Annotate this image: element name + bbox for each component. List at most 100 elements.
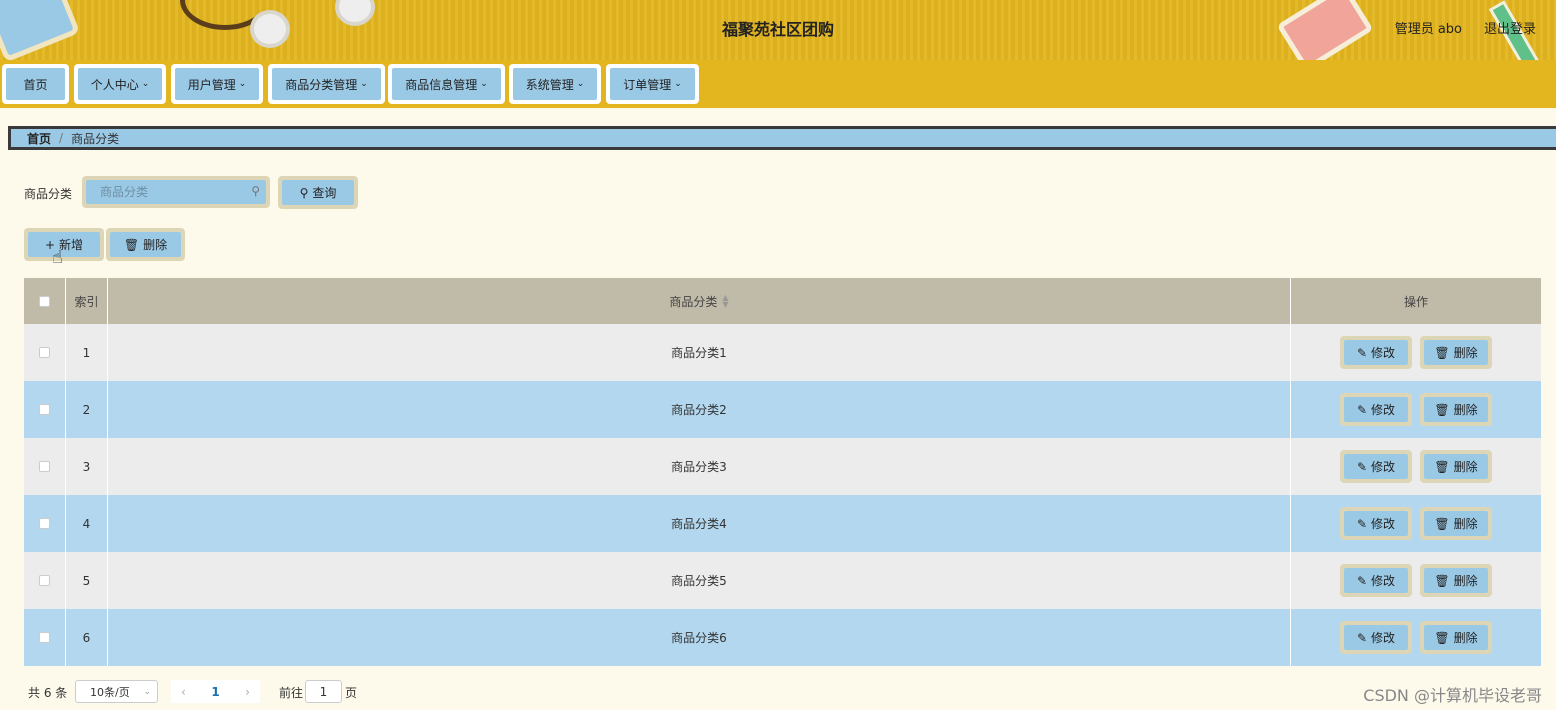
edit-icon: ✎ xyxy=(1356,345,1368,360)
logout-link[interactable]: 退出登录 xyxy=(1484,18,1536,37)
row-checkbox[interactable] xyxy=(39,461,50,472)
table-row: 4 商品分类4 ✎ 修改 🗑 删除 xyxy=(24,495,1541,552)
row-index: 4 xyxy=(66,495,108,552)
query-button-label: 查询 xyxy=(312,186,337,200)
add-button[interactable]: + 新增 xyxy=(24,228,104,261)
edit-icon: ✎ xyxy=(1356,516,1368,531)
delete-button-label: 删除 xyxy=(1453,403,1478,417)
delete-button[interactable]: 🗑 删除 xyxy=(1420,564,1492,597)
delete-button-label: 删除 xyxy=(1453,574,1478,588)
chevron-down-icon: ⌄ xyxy=(576,79,585,89)
nav-item-system-management[interactable]: 系统管理 ⌄ xyxy=(509,64,601,104)
edit-icon: ✎ xyxy=(1356,573,1368,588)
watermark: CSDN @计算机毕设老哥 xyxy=(1363,686,1542,705)
row-checkbox[interactable] xyxy=(39,404,50,415)
nav-item-label: 用户管理 xyxy=(187,77,236,92)
chevron-down-icon: ⌄ xyxy=(143,686,151,697)
row-category-name: 商品分类6 xyxy=(108,609,1291,666)
nav-item-personal-center[interactable]: 个人中心 ⌄ xyxy=(74,64,166,104)
trash-icon: 🗑 xyxy=(1434,516,1450,531)
page-suffix: 页 xyxy=(345,686,358,700)
batch-delete-button[interactable]: 🗑 删除 xyxy=(106,228,185,261)
table-row: 5 商品分类5 ✎ 修改 🗑 删除 xyxy=(24,552,1541,609)
row-category-name: 商品分类3 xyxy=(108,438,1291,495)
pager-nav: ‹ 1 › xyxy=(171,680,260,703)
sort-icon[interactable]: ▲ ▼ xyxy=(722,294,728,309)
edit-button-label: 修改 xyxy=(1371,403,1396,417)
next-page-icon[interactable]: › xyxy=(245,685,250,699)
row-checkbox[interactable] xyxy=(39,575,50,586)
delete-button[interactable]: 🗑 删除 xyxy=(1420,621,1492,654)
edit-button[interactable]: ✎ 修改 xyxy=(1340,393,1412,426)
current-page[interactable]: 1 xyxy=(211,685,219,699)
select-all-checkbox[interactable] xyxy=(39,295,50,307)
chevron-down-icon: ⌄ xyxy=(360,79,368,89)
nav-item-label: 首页 xyxy=(23,77,48,92)
delete-button[interactable]: 🗑 删除 xyxy=(1420,507,1492,540)
nav-item-category-management[interactable]: 商品分类管理 ⌄ xyxy=(268,64,385,104)
trash-icon: 🗑 xyxy=(1434,573,1450,588)
row-checkbox[interactable] xyxy=(39,347,50,358)
trash-icon: 🗑 xyxy=(1434,345,1450,360)
goto-page-input[interactable] xyxy=(305,680,342,703)
search-label: 商品分类 xyxy=(24,187,73,201)
nav-item-home[interactable]: 首页 xyxy=(2,64,69,104)
edit-icon: ✎ xyxy=(1356,402,1368,417)
edit-button[interactable]: ✎ 修改 xyxy=(1340,507,1412,540)
breadcrumb-home[interactable]: 首页 xyxy=(27,130,51,147)
nav-item-user-management[interactable]: 用户管理 ⌄ xyxy=(171,64,263,104)
column-header-operation: 操作 xyxy=(1403,294,1428,309)
category-search-input[interactable] xyxy=(86,180,266,204)
page-size-select[interactable]: 10条/页 ⌄ xyxy=(75,680,158,703)
nav-item-label: 系统管理 xyxy=(525,77,574,92)
nav-item-label: 商品分类管理 xyxy=(285,77,358,92)
edit-button-label: 修改 xyxy=(1371,574,1396,588)
search-icon: ⚲ xyxy=(299,185,309,200)
edit-button[interactable]: ✎ 修改 xyxy=(1340,336,1412,369)
search-icon: ⚲ xyxy=(251,184,260,198)
row-actions: ✎ 修改 🗑 删除 xyxy=(1291,381,1541,438)
row-actions: ✎ 修改 🗑 删除 xyxy=(1291,438,1541,495)
column-header-name[interactable]: 商品分类 ▲ ▼ xyxy=(108,278,1291,324)
delete-button-label: 删除 xyxy=(1453,460,1478,474)
table-row: 6 商品分类6 ✎ 修改 🗑 删除 xyxy=(24,609,1541,666)
chevron-down-icon: ⌄ xyxy=(674,79,682,89)
table-row: 2 商品分类2 ✎ 修改 🗑 删除 xyxy=(24,381,1541,438)
nav-item-label: 订单管理 xyxy=(623,77,672,92)
row-checkbox[interactable] xyxy=(39,518,50,529)
edit-button[interactable]: ✎ 修改 xyxy=(1340,564,1412,597)
table-row: 1 商品分类1 ✎ 修改 🗑 删除 xyxy=(24,324,1541,381)
row-category-name: 商品分类2 xyxy=(108,381,1291,438)
delete-button-label: 删除 xyxy=(1453,517,1478,531)
category-table: 索引 商品分类 ▲ ▼ 操作 1 商品分类1 ✎ 修改 🗑 删除 2 商品分类2 ✎ 修改… xyxy=(24,278,1541,670)
chevron-down-icon: ⌄ xyxy=(238,79,247,89)
trash-icon: 🗑 xyxy=(1434,630,1450,645)
row-category-name: 商品分类4 xyxy=(108,495,1291,552)
row-checkbox[interactable] xyxy=(39,632,50,643)
row-index: 3 xyxy=(66,438,108,495)
prev-page-icon[interactable]: ‹ xyxy=(181,685,186,699)
nav-item-order-management[interactable]: 订单管理 ⌄ xyxy=(606,64,699,104)
table-header: 索引 商品分类 ▲ ▼ 操作 xyxy=(24,278,1541,324)
row-actions: ✎ 修改 🗑 删除 xyxy=(1291,609,1541,666)
delete-button[interactable]: 🗑 删除 xyxy=(1420,336,1492,369)
edit-button[interactable]: ✎ 修改 xyxy=(1340,450,1412,483)
delete-button[interactable]: 🗑 删除 xyxy=(1420,393,1492,426)
delete-button[interactable]: 🗑 删除 xyxy=(1420,450,1492,483)
main-nav: 首页 个人中心 ⌄ 用户管理 ⌄ 商品分类管理 ⌄ 商品信息管理 ⌄ 系统管理 ⌄ 订单管… xyxy=(0,60,1556,108)
row-index: 5 xyxy=(66,552,108,609)
nav-item-label: 商品信息管理 xyxy=(405,77,478,92)
delete-button-label: 删除 xyxy=(1453,631,1478,645)
row-actions: ✎ 修改 🗑 删除 xyxy=(1291,324,1541,381)
query-button[interactable]: ⚲ 查询 xyxy=(278,176,358,209)
delete-button-label: 删除 xyxy=(1453,346,1478,360)
nav-item-product-management[interactable]: 商品信息管理 ⌄ xyxy=(388,64,505,104)
app-title: 福聚苑社区团购 xyxy=(721,20,834,39)
row-category-name: 商品分类5 xyxy=(108,552,1291,609)
edit-icon: ✎ xyxy=(1356,459,1368,474)
page-size-value: 10条/页 xyxy=(90,685,130,699)
trash-icon: 🗑 xyxy=(1434,402,1450,417)
edit-button[interactable]: ✎ 修改 xyxy=(1340,621,1412,654)
delete-button-label: 删除 xyxy=(143,238,168,252)
trash-icon: 🗑 xyxy=(123,237,140,252)
